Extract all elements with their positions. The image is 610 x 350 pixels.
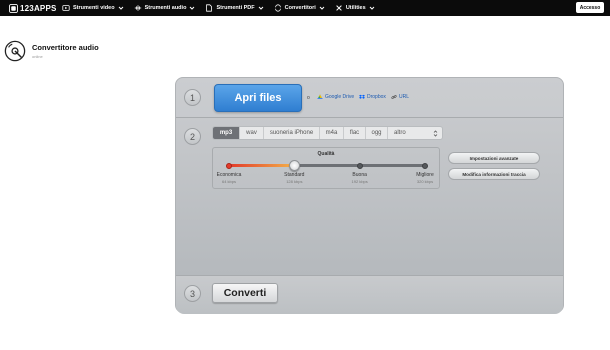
tab-m4a[interactable]: m4a xyxy=(320,127,344,139)
quality-option-name: Buona xyxy=(352,172,367,178)
nav-item-audio[interactable]: Strumenti audio xyxy=(134,4,196,12)
tab-suoneria-iphone[interactable]: suoneria iPhone xyxy=(264,127,320,139)
login-button[interactable]: Accesso xyxy=(576,2,604,13)
audio-icon xyxy=(134,5,141,11)
page-title: Convertitore audio xyxy=(32,43,99,52)
format-tabs: mp3 wav suoneria iPhone m4a flac ogg alt… xyxy=(212,126,443,140)
page-subtitle: online xyxy=(32,54,43,59)
nav-item-converters[interactable]: Convertitori xyxy=(274,4,325,12)
google-drive-icon xyxy=(317,94,323,99)
chevron-down-icon xyxy=(118,6,123,10)
step-3-number: 3 xyxy=(184,285,201,302)
quality-slider-handle[interactable] xyxy=(288,160,300,171)
or-label: o xyxy=(307,95,310,101)
app-header: Convertitore audio online xyxy=(4,39,99,63)
step-1-section: 1 Apri files o Google Drive Dropbox URL xyxy=(176,78,563,118)
link-icon xyxy=(391,95,397,99)
chevron-down-icon xyxy=(369,6,375,10)
quality-option-name: Standard xyxy=(284,172,305,178)
nav-item-label: Strumenti PDF xyxy=(216,5,255,11)
step-2-number: 2 xyxy=(184,128,201,145)
tab-flac[interactable]: flac xyxy=(344,127,366,139)
chevron-down-icon xyxy=(319,6,325,10)
quality-option-bitrate: 128 kbps xyxy=(286,179,303,184)
google-drive-label: Google Drive xyxy=(325,94,355,100)
step-3-section: 3 Converti xyxy=(176,276,563,314)
convert-button[interactable]: Converti xyxy=(212,283,278,303)
open-files-button[interactable]: Apri files xyxy=(214,84,302,112)
quality-selector: Qualità Economica 64 kbps Buona 192 kbps Mig… xyxy=(212,147,440,189)
convert-icon xyxy=(274,4,281,12)
video-icon xyxy=(62,5,70,11)
nav-item-utilities[interactable]: Utilities xyxy=(335,4,375,12)
quality-option-label[interactable]: Economica 64 kbps xyxy=(211,172,247,184)
brand-name: 123APPS xyxy=(20,3,57,13)
url-label: URL xyxy=(399,94,410,100)
quality-stop[interactable] xyxy=(422,162,428,169)
quality-label: Qualità xyxy=(317,151,335,157)
tab-mp3[interactable]: mp3 xyxy=(213,127,240,139)
url-link[interactable]: URL xyxy=(391,94,409,100)
main-nav: Strumenti video Strumenti audio Strument… xyxy=(62,2,375,14)
quality-option-bitrate: 64 kbps xyxy=(221,179,236,184)
tab-wav[interactable]: wav xyxy=(240,127,264,139)
edit-track-info-button[interactable]: Modifica informazioni traccia xyxy=(448,168,540,180)
updown-chevron-icon xyxy=(433,129,438,137)
advanced-settings-button[interactable]: Impostazioni avanzate xyxy=(448,152,540,164)
chevron-down-icon xyxy=(258,6,263,10)
dropbox-link[interactable]: Dropbox xyxy=(359,94,386,100)
brand-logo-icon xyxy=(9,3,18,13)
pdf-icon xyxy=(206,4,213,12)
dropbox-icon xyxy=(359,94,365,99)
quality-option-name: Economica xyxy=(216,172,242,178)
nav-item-label: Strumenti video xyxy=(73,5,115,11)
nav-item-video[interactable]: Strumenti video xyxy=(62,4,124,12)
google-drive-link[interactable]: Google Drive xyxy=(317,94,354,100)
quality-option-bitrate: 320 kbps xyxy=(416,179,434,184)
dropbox-label: Dropbox xyxy=(367,94,386,100)
step-2-section: 2 mp3 wav suoneria iPhone m4a flac ogg a… xyxy=(176,118,563,276)
quality-option-bitrate: 192 kbps xyxy=(351,179,368,184)
nav-item-label: Strumenti audio xyxy=(144,5,187,11)
step-1-number: 1 xyxy=(184,89,201,106)
quality-stop[interactable] xyxy=(356,162,363,169)
tools-icon xyxy=(336,5,342,11)
quality-option-name: Migliore xyxy=(416,172,434,178)
quality-option-label-selected[interactable]: Standard 128 kbps xyxy=(276,172,312,184)
tab-ogg[interactable]: ogg xyxy=(366,127,388,139)
nav-item-label: Convertitori xyxy=(284,5,316,11)
tab-altro-label: altro xyxy=(394,130,406,136)
audio-converter-logo-icon xyxy=(4,40,26,62)
tab-altro[interactable]: altro xyxy=(388,127,442,139)
top-nav-bar: 123APPS Strumenti video Strumenti audio xyxy=(0,0,610,16)
quality-option-label[interactable]: Buona 192 kbps xyxy=(342,172,378,184)
chevron-down-icon xyxy=(190,6,195,10)
brand[interactable]: 123APPS xyxy=(9,3,57,13)
quality-slider-fill xyxy=(229,164,295,167)
nav-item-pdf[interactable]: Strumenti PDF xyxy=(205,4,263,12)
nav-item-label: Utilities xyxy=(345,5,366,11)
quality-option-label[interactable]: Migliore 320 kbps xyxy=(407,172,443,184)
quality-stop[interactable] xyxy=(226,162,232,169)
converter-panel: 1 Apri files o Google Drive Dropbox URL … xyxy=(175,77,564,314)
